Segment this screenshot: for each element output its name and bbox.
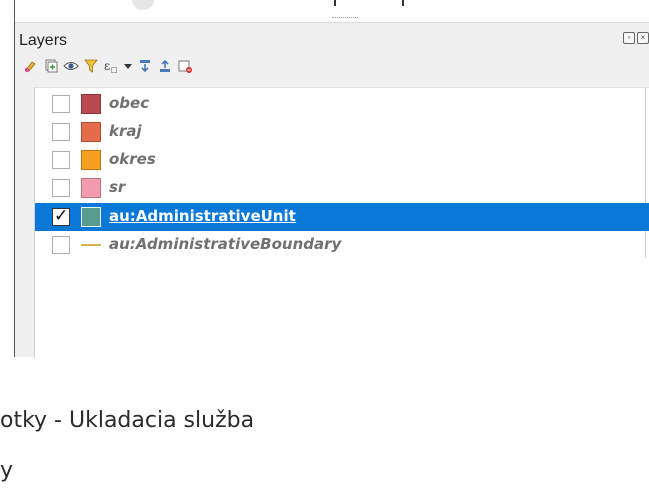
layer-name: au:AdministrativeBoundary bbox=[109, 235, 342, 253]
layer-visibility-checkbox[interactable] bbox=[52, 123, 70, 141]
expression-filter-icon[interactable]: ε □ bbox=[103, 58, 119, 74]
fill-symbol-icon bbox=[81, 94, 101, 114]
visibility-eye-icon[interactable] bbox=[63, 58, 79, 74]
canvas-tick bbox=[334, 0, 336, 6]
layer-name: kraj bbox=[109, 122, 142, 140]
layer-row-obec[interactable]: obec bbox=[35, 90, 649, 118]
layer-row-okres[interactable]: okres bbox=[35, 146, 649, 174]
fill-symbol-icon bbox=[81, 178, 101, 198]
dropdown-arrow-icon[interactable] bbox=[123, 58, 133, 74]
document-text-line: otky - Ukladacia služba bbox=[0, 408, 255, 433]
layer-name: obec bbox=[109, 94, 150, 112]
layer-name: sr bbox=[109, 178, 126, 196]
line-symbol-icon bbox=[81, 244, 101, 246]
layer-row-sr[interactable]: sr bbox=[35, 174, 649, 202]
layer-name: au:AdministrativeUnit bbox=[109, 207, 296, 225]
remove-layer-icon[interactable] bbox=[177, 58, 193, 74]
layers-panel: Layers ▫ × ε □ obec kraj okres sr ✓ au:A… bbox=[15, 23, 649, 358]
map-canvas-strip bbox=[14, 0, 649, 23]
float-panel-icon[interactable]: ▫ bbox=[623, 32, 635, 44]
layer-row-kraj[interactable]: kraj bbox=[35, 118, 649, 146]
svg-text:□: □ bbox=[111, 66, 118, 74]
panel-title: Layers bbox=[19, 32, 68, 49]
canvas-tick bbox=[402, 0, 404, 6]
layer-row-administrative-boundary[interactable]: au:AdministrativeBoundary bbox=[35, 231, 649, 259]
layer-name: okres bbox=[109, 150, 156, 168]
fill-symbol-icon bbox=[81, 150, 101, 170]
dock-resize-handle[interactable] bbox=[332, 17, 358, 20]
panel-title-buttons: ▫ × bbox=[623, 32, 649, 44]
document-text-line: y bbox=[0, 458, 14, 483]
close-panel-icon[interactable]: × bbox=[637, 32, 649, 44]
canvas-fragment bbox=[132, 0, 154, 10]
layer-visibility-checkbox[interactable] bbox=[52, 95, 70, 113]
layer-visibility-checkbox[interactable] bbox=[52, 236, 70, 254]
style-manager-icon[interactable] bbox=[23, 58, 39, 74]
expand-all-icon[interactable] bbox=[137, 58, 153, 74]
fill-symbol-icon bbox=[81, 122, 101, 142]
svg-text:ε: ε bbox=[104, 59, 110, 73]
layer-visibility-checkbox[interactable] bbox=[52, 179, 70, 197]
layer-visibility-checkbox[interactable] bbox=[52, 151, 70, 169]
collapse-all-icon[interactable] bbox=[157, 58, 173, 74]
layer-tree: obec kraj okres sr au:AdministrativeUnit… bbox=[34, 87, 649, 358]
fill-symbol-icon bbox=[81, 207, 101, 227]
layer-visibility-checkbox[interactable] bbox=[52, 206, 70, 226]
add-group-icon[interactable] bbox=[43, 58, 59, 74]
filter-icon[interactable] bbox=[83, 58, 99, 74]
layers-toolbar: ε □ bbox=[23, 57, 193, 75]
layer-row-administrative-unit[interactable]: au:AdministrativeUnit bbox=[35, 203, 649, 231]
